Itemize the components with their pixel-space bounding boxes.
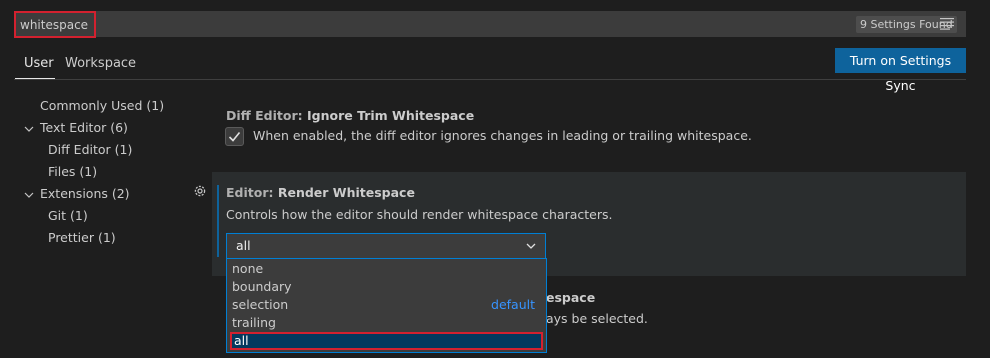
setting-description: When enabled, the diff editor ignores ch… bbox=[253, 128, 752, 143]
gear-icon[interactable] bbox=[193, 184, 207, 198]
setting-title-diff-ignore-trim-whitespace: Diff Editor: Ignore Trim Whitespace bbox=[226, 108, 474, 124]
default-tag: default bbox=[491, 297, 535, 312]
option-label: all bbox=[234, 333, 249, 348]
option-label: boundary bbox=[232, 279, 292, 294]
dropdown-option-boundary[interactable]: boundary bbox=[230, 278, 543, 296]
setting-title-partial: espace bbox=[546, 290, 596, 305]
dropdown-option-none[interactable]: none bbox=[230, 260, 543, 278]
diff-ignore-trim-whitespace-checkbox[interactable] bbox=[225, 127, 244, 146]
setting-name: Render Whitespace bbox=[277, 185, 415, 200]
search-input[interactable] bbox=[14, 11, 96, 38]
select-value: all bbox=[236, 238, 251, 253]
option-label: selection bbox=[232, 297, 289, 312]
setting-category: Diff Editor: bbox=[226, 108, 307, 123]
setting-title-render-whitespace: Editor: Render Whitespace bbox=[226, 185, 415, 201]
toc-item-commonly-used[interactable]: Commonly Used (1) bbox=[40, 98, 164, 114]
setting-description-partial: ays be selected. bbox=[546, 311, 648, 326]
turn-on-settings-sync-button[interactable]: Turn on Settings Sync bbox=[835, 48, 966, 93]
tabs-divider bbox=[14, 79, 966, 80]
option-label: trailing bbox=[232, 315, 276, 330]
setting-category: Editor: bbox=[226, 185, 278, 200]
render-whitespace-dropdown: none boundary selection default trailing… bbox=[226, 258, 547, 353]
setting-description: Controls how the editor should render wh… bbox=[226, 207, 613, 222]
search-bar: 9 Settings Found bbox=[14, 11, 966, 38]
dropdown-option-all[interactable]: all bbox=[230, 332, 543, 350]
toc-item-prettier[interactable]: Prettier (1) bbox=[48, 230, 116, 246]
focus-indicator bbox=[217, 185, 219, 257]
chevron-down-icon[interactable] bbox=[24, 190, 34, 200]
chevron-down-icon[interactable] bbox=[24, 124, 34, 134]
toc-item-git[interactable]: Git (1) bbox=[48, 208, 88, 224]
toc-item-files[interactable]: Files (1) bbox=[48, 164, 97, 180]
toc-item-text-editor[interactable]: Text Editor (6) bbox=[40, 120, 128, 136]
dropdown-option-selection[interactable]: selection default bbox=[230, 296, 543, 314]
toc-item-extensions[interactable]: Extensions (2) bbox=[40, 186, 130, 202]
filter-icon[interactable] bbox=[940, 17, 954, 30]
tab-workspace[interactable]: Workspace bbox=[65, 56, 136, 72]
chevron-down-icon bbox=[526, 243, 536, 249]
option-label: none bbox=[232, 261, 264, 276]
tab-user[interactable]: User bbox=[24, 56, 54, 72]
toc-item-diff-editor[interactable]: Diff Editor (1) bbox=[48, 142, 132, 158]
setting-name: Ignore Trim Whitespace bbox=[307, 108, 475, 123]
render-whitespace-select[interactable]: all bbox=[226, 233, 546, 259]
check-icon bbox=[228, 131, 241, 142]
dropdown-option-trailing[interactable]: trailing bbox=[230, 314, 543, 332]
